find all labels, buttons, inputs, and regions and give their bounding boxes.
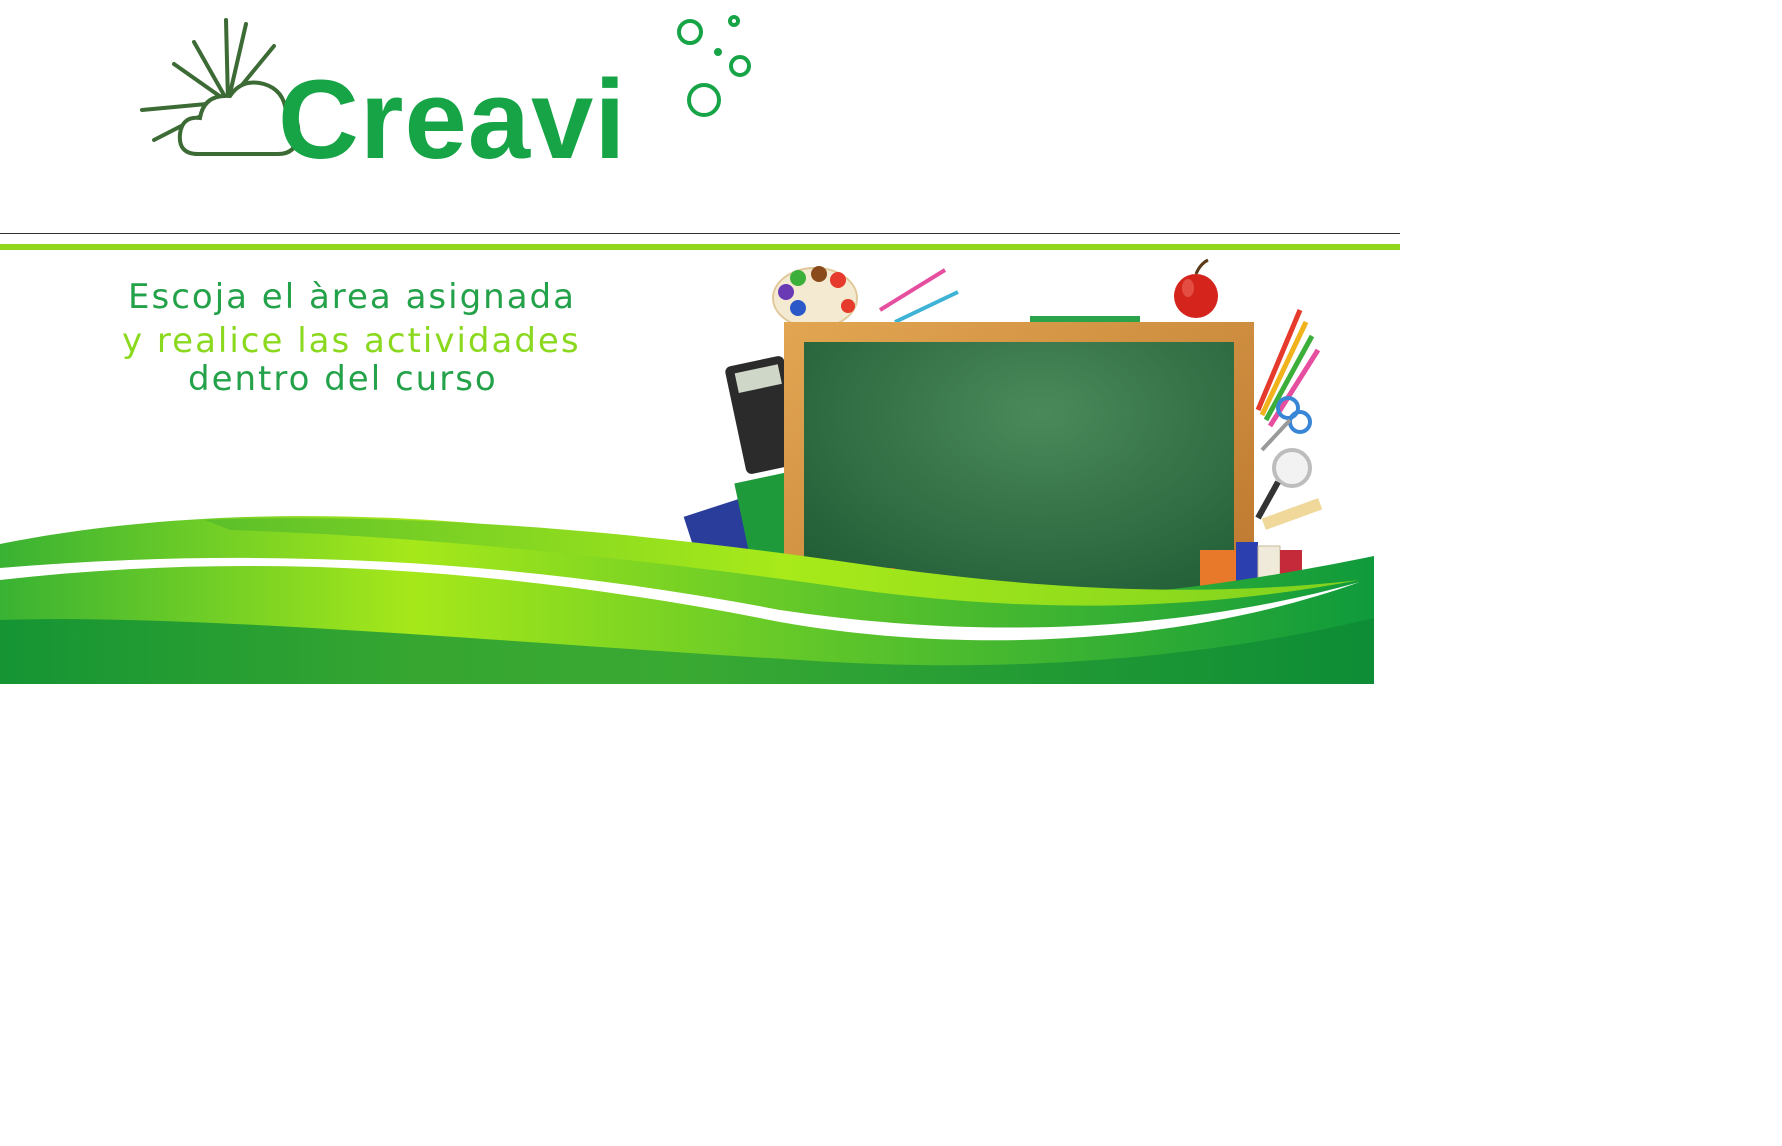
bubbles-icon [677,15,751,117]
instruction-line-1: Escoja el àrea asignada [128,277,576,317]
creavi-logo[interactable]: Creavi [138,12,768,182]
instruction-line-3: dentro del curso [188,359,498,399]
page: Creavi Escoja el àrea asignada y realice… [0,0,1782,1146]
brand-name: Creavi [278,57,627,182]
instruction-line-2: y realice las actividades [122,321,581,361]
paint-palette-icon [772,266,858,329]
hero-banner: Escoja el àrea asignada y realice las ac… [0,250,1374,684]
header-divider [0,233,1400,234]
apple-icon [1174,258,1218,318]
